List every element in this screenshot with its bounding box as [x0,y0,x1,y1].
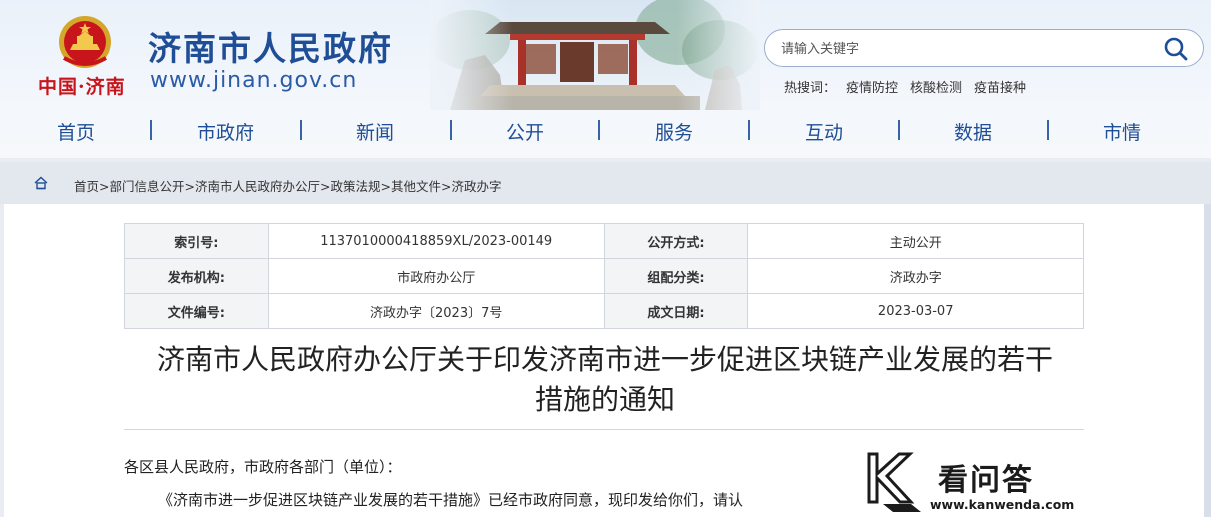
meta-value-index: 1137010000418859XL/2023-00149 [267,223,605,259]
home-icon[interactable] [34,176,48,190]
nav-item-news[interactable]: 新闻 [356,118,394,145]
site-url: www.jinan.gov.cn [150,68,358,93]
meta-label-date: 成文日期: [603,293,749,329]
document-title-line: 济南市人民政府办公厅关于印发济南市进一步促进区块链产业发展的若干 [156,343,1053,376]
table-row: 索引号: 1137010000418859XL/2023-00149 公开方式:… [124,223,1084,259]
table-row: 文件编号: 济政办字〔2023〕7号 成文日期: 2023-03-07 [124,293,1084,329]
breadcrumb-separator: > [99,179,110,194]
search-icon[interactable] [1163,36,1189,62]
nav-item-government[interactable]: 市政府 [197,118,254,145]
nav-item-city-info[interactable]: 市情 [1103,118,1141,145]
breadcrumb-item[interactable]: 其他文件 [391,179,441,194]
breadcrumb: 首页>部门信息公开>济南市人民政府办公厅>政策法规>其他文件>济政办字 [74,176,502,195]
meta-label-disclosure: 公开方式: [603,223,749,259]
breadcrumb-item[interactable]: 部门信息公开 [110,179,185,194]
nav-item-home[interactable]: 首页 [57,118,95,145]
meta-label-index: 索引号: [124,223,269,259]
meta-value-doc-number: 济政办字〔2023〕7号 [267,293,605,329]
site-header: 中国·济南 济南市人民政府 www.jinan.gov.cn 热搜词： 疫情防控核… [0,0,1211,158]
breadcrumb-item[interactable]: 政策法规 [331,179,381,194]
body-paragraph: 《济南市进一步促进区块链产业发展的若干措施》已经市政府同意，现印发给你们，请认 [158,491,744,509]
search-input[interactable] [781,38,1151,60]
title-divider [124,429,1084,430]
search-box [764,29,1204,67]
nav-divider [450,120,452,140]
hotword-link[interactable]: 疫苗接种 [974,81,1026,96]
nav-divider [1047,120,1049,140]
meta-value-date: 2023-03-07 [747,293,1084,329]
main-nav: 首页 市政府 新闻 公开 服务 互动 数据 市情 [0,114,1211,148]
salutation: 各区县人民政府，市政府各部门（单位）： [124,458,402,476]
nav-divider [300,120,302,140]
meta-label-category: 组配分类: [603,258,749,294]
meta-label-doc-number: 文件编号: [124,293,269,329]
nav-item-data[interactable]: 数据 [954,118,992,145]
meta-value-publisher: 市政府办公厅 [267,258,605,294]
hotwords-label: 热搜词： [784,81,837,96]
breadcrumb-separator: > [320,179,331,194]
hotword-link[interactable]: 核酸检测 [910,81,962,96]
hotwords: 热搜词： 疫情防控 核酸检测 疫苗接种 [784,77,1038,96]
document-meta-table: 索引号: 1137010000418859XL/2023-00149 公开方式:… [124,223,1084,329]
nav-divider [150,120,152,140]
meta-value-disclosure: 主动公开 [747,223,1084,259]
nav-divider [598,120,600,140]
breadcrumb-item[interactable]: 首页 [74,179,99,194]
table-row: 发布机构: 市政府办公厅 组配分类: 济政办字 [124,258,1084,294]
breadcrumb-separator: > [380,179,391,194]
header-banner-image [430,0,760,110]
hotword-link[interactable]: 疫情防控 [846,81,898,96]
site-title[interactable]: 济南市人民政府 [148,22,393,70]
watermark-text: 看问答 [938,463,1034,498]
nav-divider [898,120,900,140]
nav-divider [748,120,750,140]
nav-item-open[interactable]: 公开 [506,118,544,145]
breadcrumb-separator: > [441,179,452,194]
nav-item-service[interactable]: 服务 [655,118,693,145]
nav-item-interaction[interactable]: 互动 [805,118,843,145]
national-emblem-icon [59,16,111,68]
meta-label-publisher: 发布机构: [124,258,269,294]
breadcrumb-item[interactable]: 济南市人民政府办公厅 [195,179,320,194]
document-title-line: 措施的通知 [534,383,675,416]
watermark-url: www.kanwenda.com [930,497,1075,512]
city-seal-logo: 中国·济南 [38,76,126,98]
breadcrumb-item[interactable]: 济政办字 [452,179,502,194]
breadcrumb-separator: > [184,179,195,194]
breadcrumb-bar: 首页>部门信息公开>济南市人民政府办公厅>政策法规>其他文件>济政办字 [0,162,1211,204]
scrollbar-track[interactable] [1204,204,1211,517]
document-title: 济南市人民政府办公厅关于印发济南市进一步促进区块链产业发展的若干 措施的通知 [110,340,1100,420]
meta-value-category: 济政办字 [747,258,1084,294]
